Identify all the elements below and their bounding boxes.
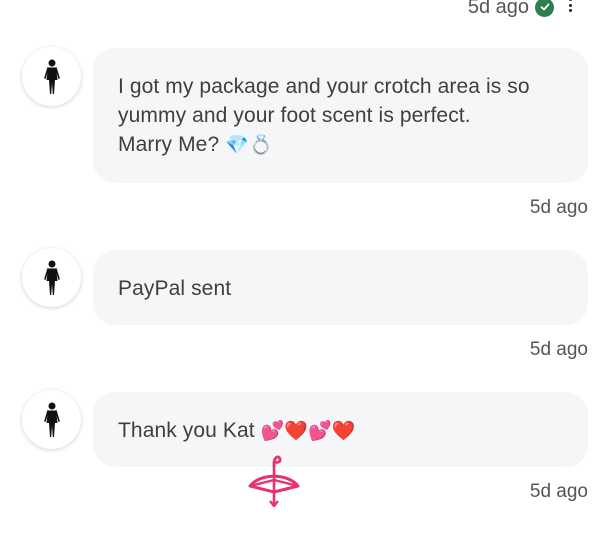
message-bubble[interactable]: I got my package and your crotch area is… bbox=[93, 48, 588, 183]
hanger-logo-icon bbox=[248, 455, 300, 507]
avatar[interactable] bbox=[22, 390, 81, 449]
message-text: Thank you Kat bbox=[118, 419, 255, 442]
emoji: 💕❤️💕❤️ bbox=[260, 420, 356, 442]
message-text-line: yummy and your foot scent is perfect. bbox=[118, 104, 471, 127]
message-text: PayPal sent bbox=[118, 277, 232, 300]
more-vertical-icon[interactable] bbox=[568, 0, 572, 12]
message-timestamp: 5d ago bbox=[529, 481, 588, 502]
woman-figure-icon bbox=[43, 402, 60, 437]
woman-figure-icon bbox=[43, 59, 60, 94]
message-timestamp: 5d ago bbox=[529, 339, 588, 360]
emoji: 💎💍 bbox=[225, 134, 273, 156]
message-bubble[interactable]: PayPal sent bbox=[93, 250, 588, 325]
message-text-line: I got my package and your crotch area is… bbox=[118, 75, 530, 98]
check-circle-icon bbox=[535, 0, 554, 17]
message-timestamp: 5d ago bbox=[529, 197, 588, 218]
message-text: Marry Me? bbox=[118, 133, 220, 156]
woman-figure-icon bbox=[43, 260, 60, 295]
message-bubble[interactable]: Thank you Kat 💕❤️💕❤️ bbox=[93, 392, 588, 467]
avatar[interactable] bbox=[22, 248, 81, 307]
header-meta: 5d ago bbox=[468, 0, 554, 20]
avatar[interactable] bbox=[22, 47, 81, 106]
message-text-line: Marry Me? 💎💍 bbox=[118, 130, 562, 160]
header-timestamp: 5d ago bbox=[467, 0, 529, 18]
